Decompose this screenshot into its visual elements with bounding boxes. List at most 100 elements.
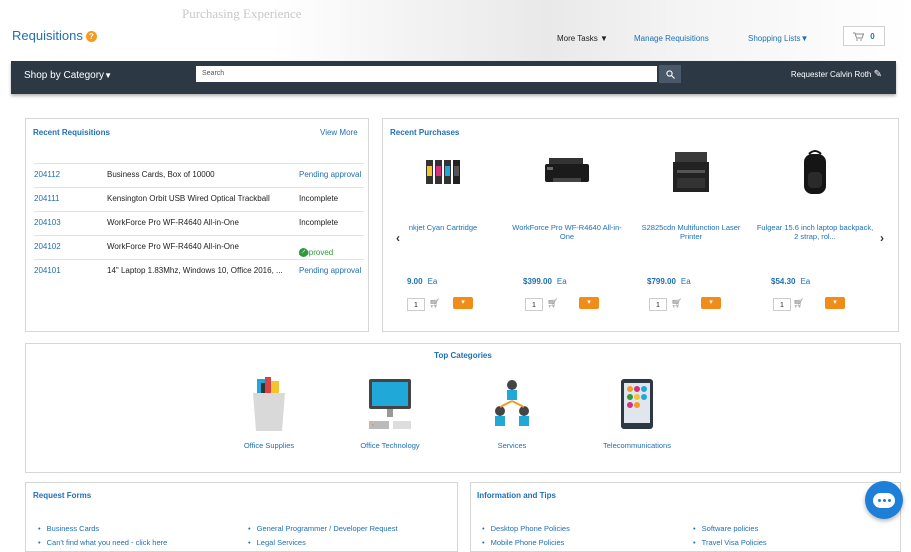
requisition-description: WorkForce Pro WF-R4640 All-in-One	[107, 242, 239, 251]
information-tips-title: Information and Tips	[477, 491, 556, 500]
caret-down-icon: ▼	[104, 71, 112, 80]
add-to-cart-icon[interactable]: 🛒︎	[547, 298, 558, 309]
chevron-right-icon[interactable]: ›	[880, 231, 884, 245]
requisition-description: Kensington Orbit USB Wired Optical Track…	[107, 194, 270, 203]
requisition-id-link[interactable]: 204101	[34, 266, 61, 275]
header-banner-text: Purchasing Experience	[182, 6, 302, 21]
product-price: $54.30 Ea	[771, 277, 810, 286]
product-price: $799.00 Ea	[647, 277, 691, 286]
tablet-icon	[621, 379, 653, 429]
price-value: 9.00	[407, 277, 423, 286]
requisition-id-link[interactable]: 204102	[34, 242, 61, 251]
status-badge: Incomplete	[299, 218, 339, 227]
category-label[interactable]: Telecommunications	[582, 441, 692, 450]
product-image-ink[interactable]	[383, 154, 503, 190]
cart-count: 0	[870, 31, 875, 41]
list-item-link[interactable]: Software policies	[693, 524, 767, 533]
product-name-link[interactable]: Fulgear 15.6 inch laptop backpack, 2 str…	[755, 223, 875, 241]
list-item-link[interactable]: Can't find what you need - click here	[38, 538, 168, 547]
status-badge: Pending approval	[299, 170, 362, 179]
add-options-button[interactable]: ▾	[825, 297, 845, 309]
add-to-cart-icon[interactable]: 🛒︎	[429, 298, 440, 309]
caret-down-icon: ▼	[600, 34, 608, 43]
printer-icon	[545, 158, 589, 182]
chat-bubble-icon	[873, 492, 895, 508]
quantity-field[interactable]: 1	[773, 298, 791, 311]
add-options-button[interactable]: ▾	[579, 297, 599, 309]
product-name-link[interactable]: nkjet Cyan Cartridge	[383, 223, 503, 232]
table-row[interactable]: 204111 Kensington Orbit USB Wired Optica…	[34, 187, 364, 212]
chat-button[interactable]	[865, 481, 903, 519]
category-label[interactable]: Office Technology	[335, 441, 445, 450]
requisition-id-link[interactable]: 204111	[34, 194, 60, 203]
list-item-link[interactable]: Travel Visa Policies	[693, 538, 767, 547]
chevron-left-icon[interactable]: ‹	[396, 231, 400, 245]
add-options-button[interactable]: ▾	[701, 297, 721, 309]
category-office-supplies[interactable]	[214, 377, 324, 435]
top-categories-title: Top Categories	[434, 351, 492, 360]
cart-button[interactable]: 0	[843, 26, 885, 46]
list-item-link[interactable]: Mobile Phone Policies	[482, 538, 570, 547]
price-unit: Ea	[680, 277, 691, 286]
price-value: $54.30	[771, 277, 796, 286]
category-label[interactable]: Services	[457, 441, 567, 450]
list-item-link[interactable]: Legal Services	[248, 538, 398, 547]
more-tasks-menu[interactable]: More Tasks ▼	[557, 34, 608, 43]
header-background	[0, 0, 911, 62]
recent-requisitions-panel: Recent Requisitions View More 204112 Bus…	[25, 118, 369, 332]
price-value: $799.00	[647, 277, 676, 286]
price-unit: Ea	[556, 277, 567, 286]
requester-info[interactable]: Requester Calvin Roth ✎	[791, 69, 882, 80]
category-office-technology[interactable]	[335, 377, 445, 435]
computer-monitor-icon	[369, 379, 411, 429]
status-badge: Pending approval	[299, 266, 362, 275]
add-options-button[interactable]: ▾	[453, 297, 473, 309]
status-badge: Incomplete	[299, 194, 339, 203]
shop-by-category-menu[interactable]: Shop by Category▼	[24, 70, 112, 81]
table-row[interactable]: 204112 Business Cards, Box of 10000 Pend…	[34, 163, 364, 188]
product-name-link[interactable]: WorkForce Pro WF-R4640 All-in-One	[507, 223, 627, 241]
manage-requisitions-link[interactable]: Manage Requisitions	[634, 34, 709, 43]
quantity-field[interactable]: 1	[649, 298, 667, 311]
information-list-1: Desktop Phone Policies Mobile Phone Poli…	[482, 524, 570, 552]
list-item-link[interactable]: Desktop Phone Policies	[482, 524, 570, 533]
price-value: $399.00	[523, 277, 552, 286]
laser-printer-icon	[673, 152, 709, 192]
search-button[interactable]	[659, 65, 681, 83]
ink-cartridge-icon	[426, 160, 460, 184]
information-list-2: Software policies Travel Visa Policies	[693, 524, 767, 552]
price-unit: Ea	[427, 277, 438, 286]
product-image-backpack[interactable]	[755, 150, 875, 198]
recent-requisitions-title: Recent Requisitions	[33, 128, 110, 137]
requester-label: Requester	[790, 70, 828, 79]
requisition-description: Business Cards, Box of 10000	[107, 170, 215, 179]
more-tasks-label: More Tasks	[557, 34, 598, 43]
quantity-field[interactable]: 1	[407, 298, 425, 311]
quantity-field[interactable]: 1	[525, 298, 543, 311]
category-label[interactable]: Office Supplies	[214, 441, 324, 450]
add-to-cart-icon[interactable]: 🛒︎	[793, 298, 804, 309]
page-title: Requisitions?	[12, 28, 97, 43]
caret-down-icon: ▼	[800, 34, 809, 43]
product-image-printer[interactable]	[507, 154, 627, 190]
table-row[interactable]: 204103 WorkForce Pro WF-R4640 All-in-One…	[34, 211, 364, 236]
shopping-lists-menu[interactable]: Shopping Lists▼	[748, 34, 808, 43]
search-input[interactable]: Search	[196, 66, 657, 82]
product-price: 9.00 Ea	[407, 277, 437, 286]
status-text: Approved	[299, 248, 334, 257]
category-services[interactable]	[457, 377, 567, 435]
category-telecommunications[interactable]	[582, 377, 692, 435]
add-to-cart-icon[interactable]: 🛒︎	[671, 298, 682, 309]
request-forms-title: Request Forms	[33, 491, 92, 500]
requisition-id-link[interactable]: 204103	[34, 218, 61, 227]
help-icon[interactable]: ?	[85, 31, 97, 42]
view-more-link[interactable]: View More	[320, 128, 358, 137]
list-item-link[interactable]: Business Cards	[38, 524, 167, 533]
requisition-id-link[interactable]: 204112	[34, 170, 60, 179]
product-name-link[interactable]: S2825cdn Multifunction Laser Printer	[631, 223, 751, 241]
list-item-link[interactable]: General Programmer / Developer Request	[248, 524, 398, 533]
table-row[interactable]: 204101 14" Laptop 1.83Mhz, Windows 10, O…	[34, 259, 364, 284]
table-row[interactable]: 204102 WorkForce Pro WF-R4640 All-in-One…	[34, 235, 364, 260]
product-image-laser-printer[interactable]	[631, 152, 751, 196]
recent-purchases-title: Recent Purchases	[390, 128, 460, 137]
